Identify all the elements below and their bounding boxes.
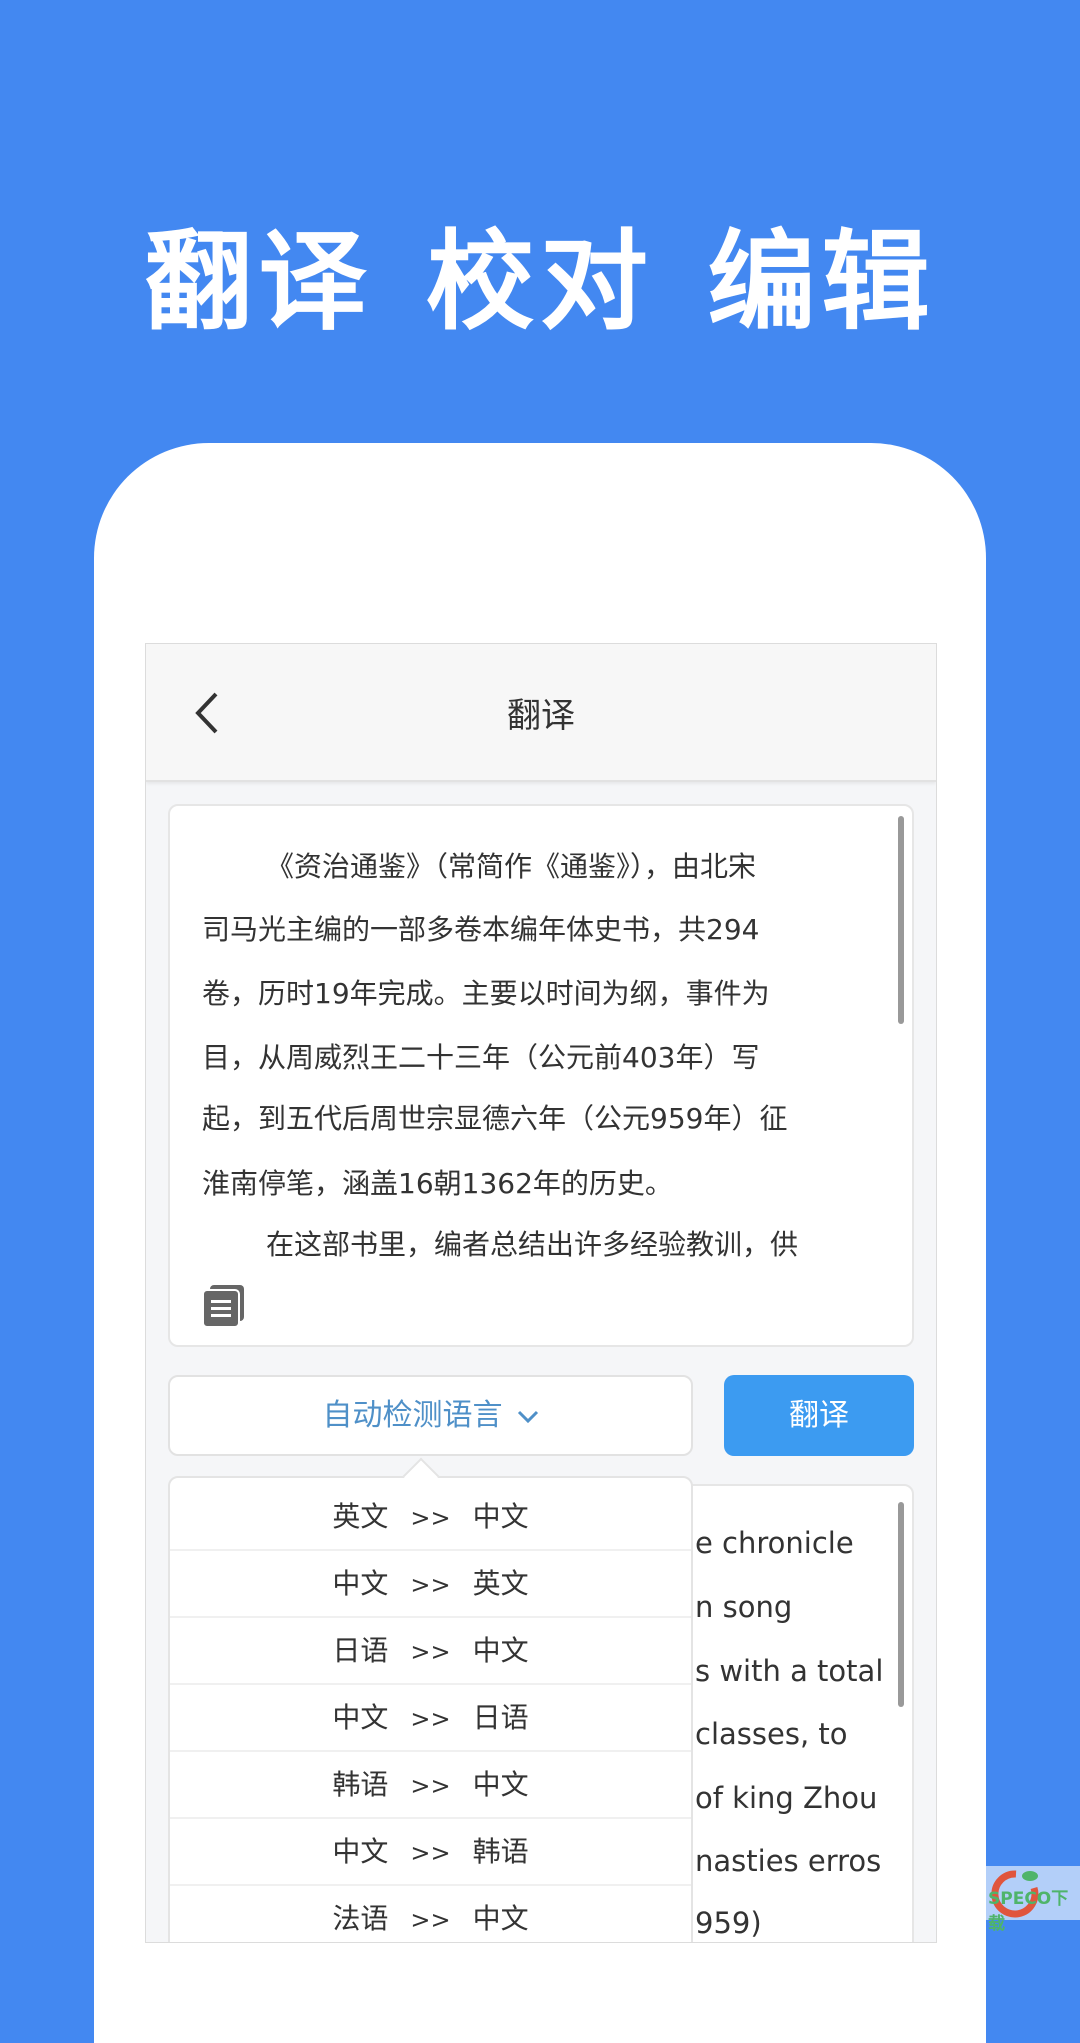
option-sep: >>: [410, 1906, 451, 1934]
option-sep: >>: [410, 1571, 451, 1599]
option-fr-zh[interactable]: 法语 >> 中文: [170, 1886, 691, 1942]
option-from: 中文: [332, 1567, 389, 1600]
option-from: 英文: [332, 1500, 389, 1533]
chevron-down-icon: [517, 1410, 538, 1423]
option-to: 中文: [472, 1500, 529, 1533]
copy-icon: [202, 1285, 244, 1328]
option-from: 韩语: [332, 1768, 389, 1801]
option-sep: >>: [410, 1839, 451, 1867]
option-en-zh[interactable]: 英文 >> 中文: [170, 1484, 691, 1551]
option-zh-ko[interactable]: 中文 >> 韩语: [170, 1819, 691, 1886]
option-zh-ja[interactable]: 中文 >> 日语: [170, 1685, 691, 1752]
option-to: 中文: [472, 1768, 529, 1801]
option-to: 韩语: [472, 1835, 529, 1868]
result-line: n song: [695, 1590, 793, 1624]
scrollbar[interactable]: [898, 1502, 904, 1707]
option-from: 日语: [332, 1634, 389, 1667]
option-zh-en[interactable]: 中文 >> 英文: [170, 1551, 691, 1618]
source-line: 司马光主编的一部多卷本编年体史书，共294: [202, 913, 760, 946]
source-line: 淮南停笔，涵盖16朝1362年的历史。: [202, 1167, 673, 1200]
language-select-value: 自动检测语言: [322, 1398, 503, 1433]
source-line: 《资治通鉴》（常简作《通鉴》），由北宋: [266, 850, 757, 883]
language-select[interactable]: 自动检测语言: [168, 1375, 693, 1456]
source-line: 卷，历时19年完成。主要以时间为纲，事件为: [202, 977, 770, 1010]
option-from: 中文: [332, 1701, 389, 1734]
result-line: 959): [695, 1906, 762, 1940]
source-line: 起，到五代后周世宗显德六年（公元959年）征: [202, 1102, 788, 1135]
option-from: 中文: [332, 1835, 389, 1868]
result-line: of king Zhou: [695, 1781, 878, 1815]
headline: 翻译 校对 编辑: [144, 220, 936, 345]
option-ko-zh[interactable]: 韩语 >> 中文: [170, 1752, 691, 1819]
source-text-area[interactable]: 《资治通鉴》（常简作《通鉴》），由北宋 司马光主编的一部多卷本编年体史书，共29…: [168, 804, 914, 1347]
result-line: nasties erros: [695, 1844, 882, 1878]
option-sep: >>: [410, 1504, 451, 1532]
scrollbar[interactable]: [898, 816, 904, 1024]
option-sep: >>: [410, 1705, 451, 1733]
option-to: 中文: [472, 1902, 529, 1935]
result-line: s with a total: [695, 1654, 884, 1688]
option-to: 英文: [472, 1567, 529, 1600]
top-bar: 翻译: [146, 644, 936, 782]
language-dropdown-menu: 英文 >> 中文 中文 >> 英文 日语 >> 中文 中文 >> 日语 韩语 >> 中文 中文 >> 韩…: [168, 1457, 693, 1942]
option-to: 中文: [472, 1634, 529, 1667]
page-title: 翻译: [507, 696, 575, 736]
source-line: 在这部书里，编者总结出许多经验教训，供: [266, 1228, 799, 1261]
result-line: classes, to: [695, 1717, 848, 1751]
option-sep: >>: [410, 1638, 451, 1666]
watermark-text: SPECO下载: [988, 1889, 1069, 1934]
option-from: 法语: [332, 1902, 389, 1935]
watermark-logo: SPECO下载: [986, 1866, 1080, 1934]
option-to: 日语: [472, 1701, 529, 1734]
translate-button[interactable]: 翻译: [724, 1375, 914, 1456]
copy-button[interactable]: [202, 1284, 246, 1328]
app-screen: 翻译 《资治通鉴》（常简作《通鉴》），由北宋 司马光主编的一部多卷本编年体史书，…: [145, 643, 937, 1943]
result-line: e chronicle: [695, 1526, 854, 1560]
option-sep: >>: [410, 1772, 451, 1800]
source-line: 目，从周威烈王二十三年（公元前403年）写: [202, 1041, 760, 1074]
option-ja-zh[interactable]: 日语 >> 中文: [170, 1618, 691, 1685]
